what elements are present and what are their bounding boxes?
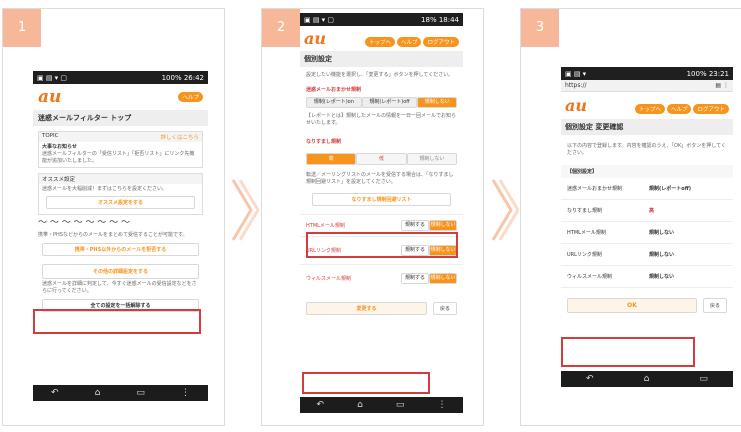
recommend-title: オススメ設定 [39,174,202,184]
intro-text: 設定したい機能を選択し、「変更する」ボタンを押してください。 [306,72,454,78]
logout-button[interactable]: ログアウト [423,37,459,47]
report-note: 【レポートとは】規制したメールの情報を一日一回メールでお知らせいたします。 [306,113,457,126]
html-mail-off[interactable]: 規制しない [429,220,457,231]
omakase-report-off[interactable]: 規制(レポート)off [361,97,418,108]
status-bar: ▣ ▤ ▾ ▢ 18% 18:44 [300,13,463,26]
html-mail-on[interactable]: 規制する [401,220,429,231]
help-button[interactable]: ヘルプ [178,92,203,102]
step-badge-2: 2 [262,9,300,47]
spoofing-low[interactable]: 低 [356,153,407,165]
table-row: URLリンク規制 規制しない [561,244,733,266]
omakase-none[interactable]: 規制しない [417,97,457,108]
recent-apps-icon[interactable]: ▭ [699,374,708,384]
confirm-table: 迷惑メールおまかせ規制 規制(レポートoff) なりすまし規制高 HTMLメール規… [561,178,733,288]
tabs-icon[interactable]: ▤ ⋮ [715,82,729,89]
table-row: なりすまし規制高 [561,200,733,222]
page-title: 迷惑メールフィルター トップ [33,110,208,126]
step-badge-3: 3 [521,9,559,47]
url-text: https:// [565,82,587,89]
top-button[interactable]: トップへ [364,37,395,47]
status-bar: ▣ ▤ ▾ ▢ 100% 26:42 [33,71,208,84]
back-icon[interactable]: ↶ [51,388,59,398]
step-badge-1: 1 [3,9,41,47]
relay-note: 転送／メーリングリストのメールを受信する場合は、「なりすまし規制回避リスト」を設… [306,172,454,185]
change-button[interactable]: 変更する [306,302,427,315]
home-icon[interactable]: ⌂ [95,388,101,398]
step-1-panel: 1 ▣ ▤ ▾ ▢ 100% 26:42 au ヘルプ 迷惑メールフィルター トッ… [2,8,225,426]
phone-screen-1: ▣ ▤ ▾ ▢ 100% 26:42 au ヘルプ 迷惑メールフィルター トップ … [33,71,208,401]
recent-apps-icon[interactable]: ▭ [136,388,145,398]
step-3-panel: 3 ▣ ▤ ▾ 100% 23:21 https:// ▤ ⋮ au トップへ ヘルプ… [520,8,741,426]
spoofing-high[interactable]: 高 [306,153,357,165]
news-body: 迷惑メールフィルターの「受信リスト」「拒否リスト」にリンク先機能が追加いたしまし… [42,151,195,164]
virus-mail-on[interactable]: 規制する [401,273,429,284]
relay-list-button[interactable]: なりすまし規制回避リスト [312,193,451,206]
pc-mail-body: 携帯・PHSなどからのメールをまとめて受信することが可能です。 [38,232,188,238]
table-row: 迷惑メールおまかせ規制 規制(レポートoff) [561,178,733,200]
au-logo: au [38,87,62,107]
ok-button[interactable]: OK [567,298,697,313]
page-title: 個別設定 変更確認 [561,119,733,135]
virus-mail-off[interactable]: 規制しない [429,273,457,284]
au-logo: au [565,96,587,115]
highlight-change-button [302,372,430,394]
top-button[interactable]: トップへ [634,104,665,114]
detail-note: 迷惑メールを詳細に判定して、今すぐ迷惑メールの受信設定などをさらに行ってください… [42,281,197,294]
phone-screen-2: ▣ ▤ ▾ ▢ 18% 18:44 au トップへ ヘルプ ログアウト 個別設定 設定… [300,13,463,423]
help-button[interactable]: ヘルプ [396,37,422,47]
table-row: ウィルスメール規制 規制しない [561,266,733,288]
pc-mail-reject-button[interactable]: 携帯・PHS以外からのメールを拒否する [42,243,199,256]
recommend-button[interactable]: オススメ設定をする [46,196,195,209]
topic-more-link[interactable]: 詳しくはこちら [160,133,199,141]
nav-bar: ↶ ⌂ ▭ ⋮ [300,397,463,413]
virus-mail-label: ウィルスメール規制 [306,276,352,282]
home-icon[interactable]: ⌂ [644,374,650,384]
help-button[interactable]: ヘルプ [666,104,692,114]
omakase-report-on[interactable]: 規制(レポート)on [306,97,362,108]
table-row: HTMLメール規制 規制しない [561,222,733,244]
chevron-right-icon [489,175,520,245]
omakase-label: 迷惑メールおまかせ規制 [306,87,362,93]
logout-button[interactable]: ログアウト [693,104,729,114]
menu-icon[interactable]: ⋮ [437,400,446,410]
nav-bar: ↶ ⌂ ▭ ⋮ [33,385,208,401]
chevron-right-icon [229,175,260,245]
menu-icon[interactable]: ⋮ [181,388,190,398]
back-button[interactable]: 戻る [433,302,457,315]
recommend-body: 迷惑メールを大幅削減！まずはこちらを設定ください。 [42,186,168,192]
section-label: 【個別設定】 [561,165,733,178]
spoofing-label: なりすまし規制 [306,139,342,145]
highlight-spoofing [306,232,458,258]
detail-settings-button[interactable]: その他の詳細設定をする [42,264,199,279]
status-bar: ▣ ▤ ▾ 100% 23:21 [561,67,733,80]
topic-label: TOPIC [42,133,59,139]
step-2-panel: 2 ▣ ▤ ▾ ▢ 18% 18:44 au トップへ ヘルプ ログアウト 個別設定 … [261,8,484,426]
html-mail-label: HTMLメール規制 [306,223,345,229]
address-bar[interactable]: https:// ▤ ⋮ [561,80,733,92]
intro-text: 以下の内容で登録します。内容を確認のうえ、「OK」ボタンを押してください。 [567,143,726,156]
back-button[interactable]: 戻る [703,298,727,313]
page-title: 個別設定 [300,51,463,67]
home-icon[interactable]: ⌂ [357,400,363,410]
highlight-ok-button [561,337,695,367]
au-logo: au [304,29,326,48]
back-icon[interactable]: ↶ [586,374,594,384]
news-title: 大事なお知らせ [42,144,77,150]
spoofing-none[interactable]: 規制しない [406,153,457,165]
recent-apps-icon[interactable]: ▭ [396,400,405,410]
back-icon[interactable]: ↶ [317,400,325,410]
highlight-detail-settings [33,309,201,334]
nav-bar: ↶ ⌂ ▭ [561,371,733,387]
